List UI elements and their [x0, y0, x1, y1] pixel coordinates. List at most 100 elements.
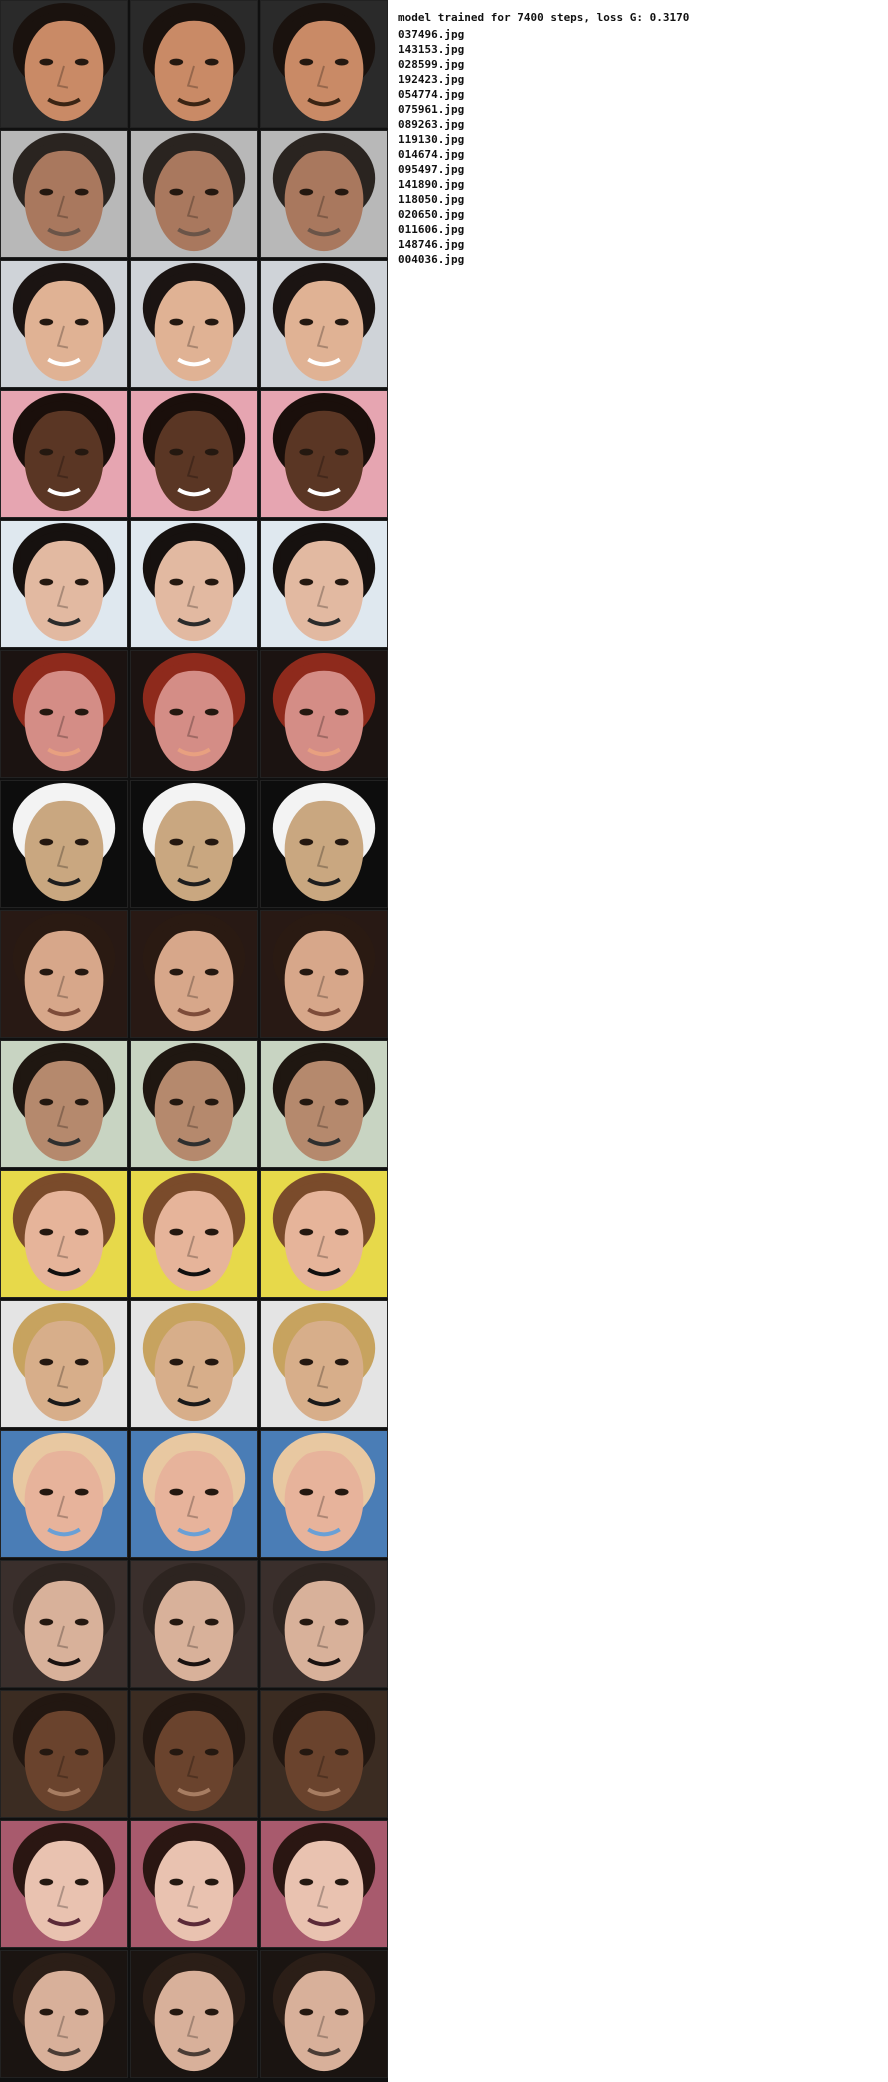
face-image-tile [130, 0, 258, 128]
face-image-tile [0, 1950, 128, 2078]
face-image [131, 391, 257, 517]
face-image [1, 1301, 127, 1427]
face-image [261, 1041, 387, 1167]
face-image [261, 911, 387, 1037]
face-image [261, 1301, 387, 1427]
face-image-tile [130, 1560, 258, 1688]
face-image-tile [130, 520, 258, 648]
face-image [1, 391, 127, 517]
face-image [131, 1561, 257, 1687]
face-image [131, 911, 257, 1037]
face-image-tile [260, 780, 388, 908]
face-image-tile [260, 260, 388, 388]
file-name: 119130.jpg [398, 133, 465, 146]
face-image-tile [260, 650, 388, 778]
face-image-tile [130, 130, 258, 258]
file-name: 141890.jpg [398, 178, 465, 191]
face-image-tile [130, 650, 258, 778]
face-image-tile [260, 1170, 388, 1298]
face-image-tile [260, 520, 388, 648]
face-image [1, 131, 127, 257]
face-image-tile [260, 1040, 388, 1168]
file-name: 192423.jpg [398, 73, 465, 86]
face-image-tile [0, 1040, 128, 1168]
face-image [261, 1951, 387, 2077]
face-image [261, 521, 387, 647]
face-image [1, 911, 127, 1037]
face-image [261, 1, 387, 127]
file-name: 028599.jpg [398, 58, 465, 71]
face-image-tile [260, 1560, 388, 1688]
face-image-tile [0, 1430, 128, 1558]
face-image-tile [130, 1300, 258, 1428]
face-image-tile [130, 1430, 258, 1558]
face-image [1, 1431, 127, 1557]
face-image [1, 1951, 127, 2077]
face-image [131, 1821, 257, 1947]
face-image [1, 1, 127, 127]
face-image-tile [260, 1690, 388, 1818]
face-image-tile [130, 1040, 258, 1168]
file-name: 020650.jpg [398, 208, 465, 221]
face-image [1, 1561, 127, 1687]
face-image [1, 1041, 127, 1167]
face-image [1, 651, 127, 777]
face-image-tile [130, 1690, 258, 1818]
face-image [261, 1691, 387, 1817]
face-image-tile [0, 260, 128, 388]
face-image [261, 391, 387, 517]
face-image-tile [0, 1690, 128, 1818]
face-image-tile [130, 910, 258, 1038]
file-name: 148746.jpg [398, 238, 465, 251]
face-image-tile [0, 520, 128, 648]
face-image [261, 781, 387, 907]
face-image-tile [260, 390, 388, 518]
face-image [131, 1691, 257, 1817]
face-image-tile [0, 910, 128, 1038]
face-image [131, 1951, 257, 2077]
file-name: 014674.jpg [398, 148, 465, 161]
face-image [131, 1041, 257, 1167]
face-image-tile [0, 130, 128, 258]
face-image-tile [130, 780, 258, 908]
face-image [261, 1171, 387, 1297]
face-image [131, 131, 257, 257]
face-image [131, 781, 257, 907]
face-image-tile [130, 260, 258, 388]
face-image-tile [0, 390, 128, 518]
training-summary-text: model trained for 7400 steps, loss G: 0.… [398, 11, 690, 24]
file-name: 118050.jpg [398, 193, 465, 206]
face-image [1, 781, 127, 907]
face-image [1, 521, 127, 647]
face-image [1, 261, 127, 387]
face-image [131, 261, 257, 387]
face-image [131, 651, 257, 777]
face-image-tile [260, 130, 388, 258]
face-image [1, 1821, 127, 1947]
face-image-tile [260, 1820, 388, 1948]
file-name: 037496.jpg [398, 28, 465, 41]
training-info-panel: model trained for 7400 steps, loss G: 0.… [398, 10, 878, 267]
face-image [131, 1, 257, 127]
face-image [131, 521, 257, 647]
face-image [131, 1431, 257, 1557]
file-name: 075961.jpg [398, 103, 465, 116]
face-image [131, 1171, 257, 1297]
face-image-tile [260, 0, 388, 128]
face-image-tile [0, 0, 128, 128]
face-image-tile [130, 1820, 258, 1948]
file-name: 054774.jpg [398, 88, 465, 101]
face-image [261, 1561, 387, 1687]
face-image [261, 651, 387, 777]
file-name: 011606.jpg [398, 223, 465, 236]
file-name-list: 037496.jpg 143153.jpg 028599.jpg 192423.jpg… [398, 27, 878, 267]
face-image [131, 1301, 257, 1427]
face-image-tile [0, 650, 128, 778]
face-image-tile [260, 1950, 388, 2078]
sample-image-grid [0, 0, 388, 2082]
face-image [261, 1821, 387, 1947]
file-name: 143153.jpg [398, 43, 465, 56]
face-image-tile [0, 1820, 128, 1948]
face-image-tile [130, 1170, 258, 1298]
face-image-tile [0, 1300, 128, 1428]
